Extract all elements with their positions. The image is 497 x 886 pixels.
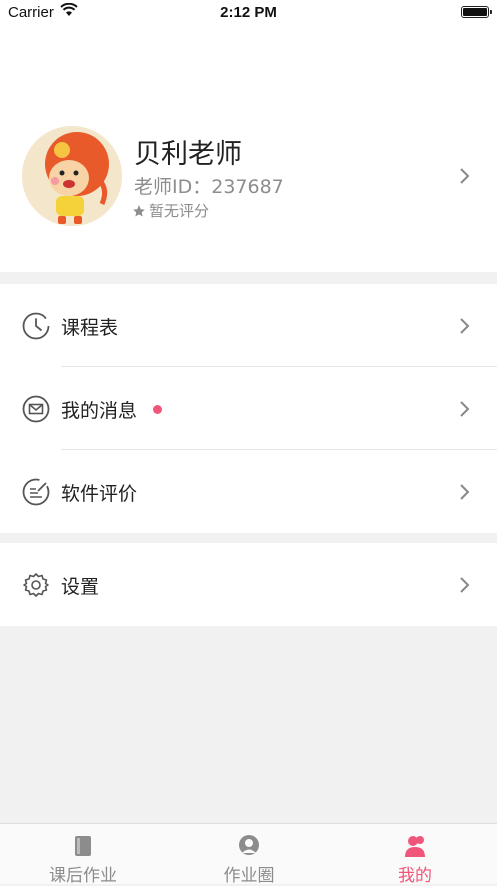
circle-icon: [239, 835, 259, 855]
menu-item-messages[interactable]: 我的消息: [0, 367, 497, 450]
profile-card[interactable]: 贝利老师 老师ID：237687 暂无评分: [0, 26, 497, 272]
teacher-id: 老师ID：237687: [134, 176, 284, 198]
clock-icon: [22, 312, 50, 340]
status-bar: Carrier 2:12 PM: [0, 0, 497, 26]
chevron-right-icon: [460, 168, 470, 184]
menu-item-settings[interactable]: 设置: [0, 543, 497, 626]
mail-icon: [22, 395, 50, 423]
menu-group-settings: 设置: [0, 543, 497, 626]
gear-icon: [23, 573, 49, 597]
chevron-right-icon: [460, 577, 470, 593]
menu-label-rate-app: 软件评价: [61, 483, 138, 505]
chevron-right-icon: [460, 318, 470, 334]
menu-label-schedule: 课程表: [61, 317, 119, 339]
tab-homework-circle[interactable]: 作业圈: [166, 824, 332, 886]
menu-label-settings: 设置: [61, 576, 100, 598]
person-icon: [405, 836, 425, 857]
menu-label-messages: 我的消息: [61, 400, 138, 422]
tab-bar: 课后作业 作业圈 我的: [0, 823, 497, 886]
tab-label-homework: 课后作业: [49, 866, 117, 886]
teacher-name: 贝利老师: [134, 139, 242, 170]
battery-icon: [461, 6, 492, 18]
chevron-right-icon: [460, 401, 470, 417]
menu-item-rate-app[interactable]: 软件评价: [0, 450, 497, 533]
rate-icon: [22, 478, 50, 506]
unread-dot: [153, 405, 162, 414]
rating-text: 暂无评分: [149, 202, 210, 220]
clock-time: 2:12 PM: [220, 4, 277, 21]
menu-group-main: 课程表 我的消息 软件评价: [0, 284, 497, 533]
tab-label-mine: 我的: [398, 866, 432, 886]
menu-item-schedule[interactable]: 课程表: [0, 284, 497, 367]
tab-mine[interactable]: 我的: [332, 824, 497, 886]
rating: 暂无评分: [132, 200, 209, 221]
monkey-avatar-icon: [22, 126, 122, 226]
tab-homework[interactable]: 课后作业: [0, 824, 166, 886]
star-icon: [133, 204, 145, 217]
book-icon: [75, 836, 91, 856]
tab-label-homework-circle: 作业圈: [223, 866, 275, 886]
chevron-right-icon: [460, 484, 470, 500]
avatar[interactable]: [22, 126, 122, 226]
